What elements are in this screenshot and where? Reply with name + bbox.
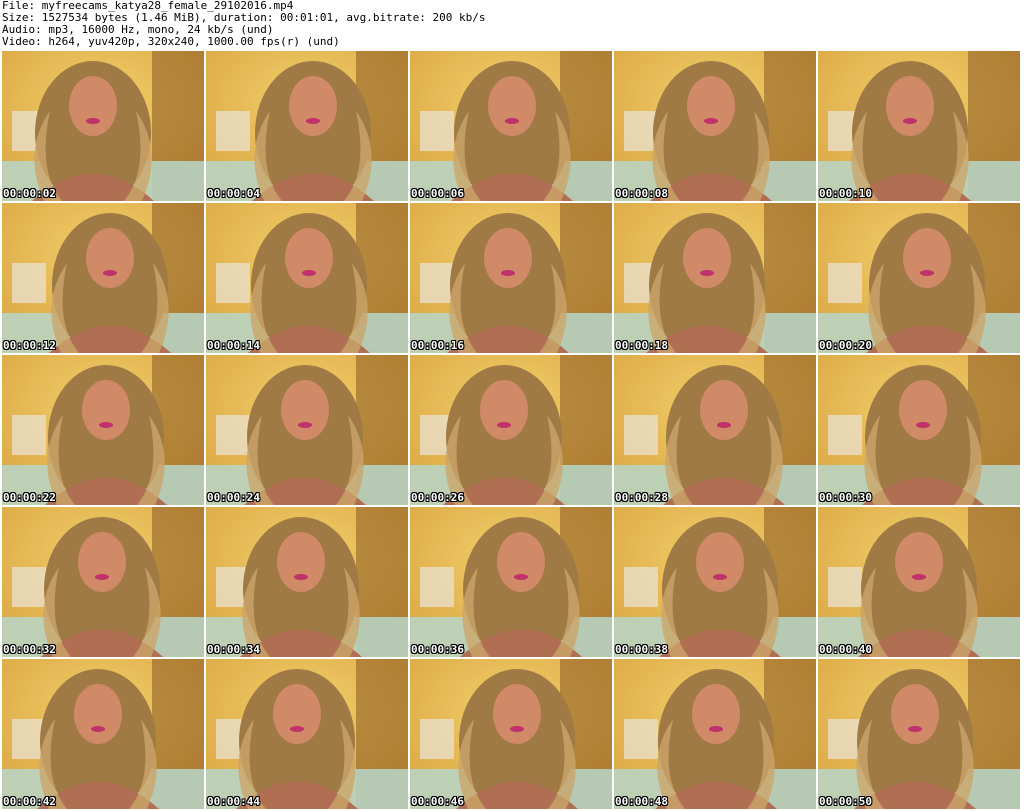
- video-thumbnail: 00:00:16: [410, 203, 612, 353]
- video-thumbnail: 00:00:14: [206, 203, 408, 353]
- video-thumbnail: 00:00:22: [2, 355, 204, 505]
- video-thumbnail: 00:00:06: [410, 51, 612, 201]
- video-thumbnail: 00:00:28: [614, 355, 816, 505]
- thumbnail-timestamp: 00:00:08: [615, 187, 668, 200]
- thumbnail-timestamp: 00:00:12: [3, 339, 56, 352]
- video-thumbnail: 00:00:50: [818, 659, 1020, 809]
- thumbnail-timestamp: 00:00:42: [3, 795, 56, 808]
- video-thumbnail: 00:00:26: [410, 355, 612, 505]
- video-frame-image: [410, 51, 612, 201]
- video-frame-image: [2, 203, 204, 353]
- thumbnail-timestamp: 00:00:24: [207, 491, 260, 504]
- file-info-header: File: myfreecams_katya28_female_29102016…: [2, 0, 1022, 50]
- video-frame-image: [614, 355, 816, 505]
- video-frame-image: [818, 51, 1020, 201]
- video-thumbnail: 00:00:18: [614, 203, 816, 353]
- thumbnail-timestamp: 00:00:40: [819, 643, 872, 656]
- video-frame-image: [614, 659, 816, 809]
- video-thumbnail: 00:00:02: [2, 51, 204, 201]
- video-frame-image: [614, 51, 816, 201]
- thumbnail-timestamp: 00:00:04: [207, 187, 260, 200]
- video-frame-image: [410, 507, 612, 657]
- video-thumbnail: 00:00:08: [614, 51, 816, 201]
- video-thumbnail: 00:00:24: [206, 355, 408, 505]
- video-thumbnail: 00:00:32: [2, 507, 204, 657]
- video-thumbnail: 00:00:10: [818, 51, 1020, 201]
- video-thumbnail: 00:00:34: [206, 507, 408, 657]
- video-thumbnail: 00:00:40: [818, 507, 1020, 657]
- video-thumbnail: 00:00:20: [818, 203, 1020, 353]
- video-thumbnail: 00:00:04: [206, 51, 408, 201]
- video-frame-image: [818, 659, 1020, 809]
- thumbnail-timestamp: 00:00:16: [411, 339, 464, 352]
- video-frame-image: [2, 507, 204, 657]
- video-frame-image: [2, 51, 204, 201]
- video-thumbnail: 00:00:42: [2, 659, 204, 809]
- thumbnail-timestamp: 00:00:46: [411, 795, 464, 808]
- thumbnail-timestamp: 00:00:02: [3, 187, 56, 200]
- thumbnail-timestamp: 00:00:06: [411, 187, 464, 200]
- video-info-line: Video: h264, yuv420p, 320x240, 1000.00 f…: [2, 35, 340, 48]
- video-frame-image: [2, 659, 204, 809]
- thumbnail-timestamp: 00:00:20: [819, 339, 872, 352]
- thumbnail-timestamp: 00:00:30: [819, 491, 872, 504]
- thumbnail-timestamp: 00:00:14: [207, 339, 260, 352]
- video-frame-image: [206, 203, 408, 353]
- video-frame-image: [818, 355, 1020, 505]
- thumbnail-timestamp: 00:00:10: [819, 187, 872, 200]
- video-frame-image: [818, 203, 1020, 353]
- thumbnail-timestamp: 00:00:36: [411, 643, 464, 656]
- video-frame-image: [614, 507, 816, 657]
- thumbnail-timestamp: 00:00:44: [207, 795, 260, 808]
- thumbnail-timestamp: 00:00:50: [819, 795, 872, 808]
- video-frame-image: [410, 355, 612, 505]
- video-thumbnail: 00:00:30: [818, 355, 1020, 505]
- thumbnail-timestamp: 00:00:28: [615, 491, 668, 504]
- video-thumbnail: 00:00:12: [2, 203, 204, 353]
- thumbnail-timestamp: 00:00:26: [411, 491, 464, 504]
- thumbnail-timestamp: 00:00:18: [615, 339, 668, 352]
- video-thumbnail: 00:00:44: [206, 659, 408, 809]
- video-frame-image: [410, 659, 612, 809]
- video-frame-image: [206, 507, 408, 657]
- video-frame-image: [206, 355, 408, 505]
- video-frame-image: [206, 659, 408, 809]
- video-thumbnail: 00:00:46: [410, 659, 612, 809]
- thumbnail-timestamp: 00:00:38: [615, 643, 668, 656]
- thumbnail-timestamp: 00:00:48: [615, 795, 668, 808]
- video-thumbnail: 00:00:38: [614, 507, 816, 657]
- video-frame-image: [818, 507, 1020, 657]
- thumbnail-timestamp: 00:00:34: [207, 643, 260, 656]
- video-frame-image: [206, 51, 408, 201]
- thumbnail-timestamp: 00:00:32: [3, 643, 56, 656]
- video-thumbnail: 00:00:48: [614, 659, 816, 809]
- thumbnail-grid: 00:00:02 00:00:04 00:00:06 00:00:08 00:00:10…: [2, 51, 1022, 809]
- video-frame-image: [614, 203, 816, 353]
- video-thumbnail: 00:00:36: [410, 507, 612, 657]
- video-frame-image: [2, 355, 204, 505]
- video-frame-image: [410, 203, 612, 353]
- thumbnail-timestamp: 00:00:22: [3, 491, 56, 504]
